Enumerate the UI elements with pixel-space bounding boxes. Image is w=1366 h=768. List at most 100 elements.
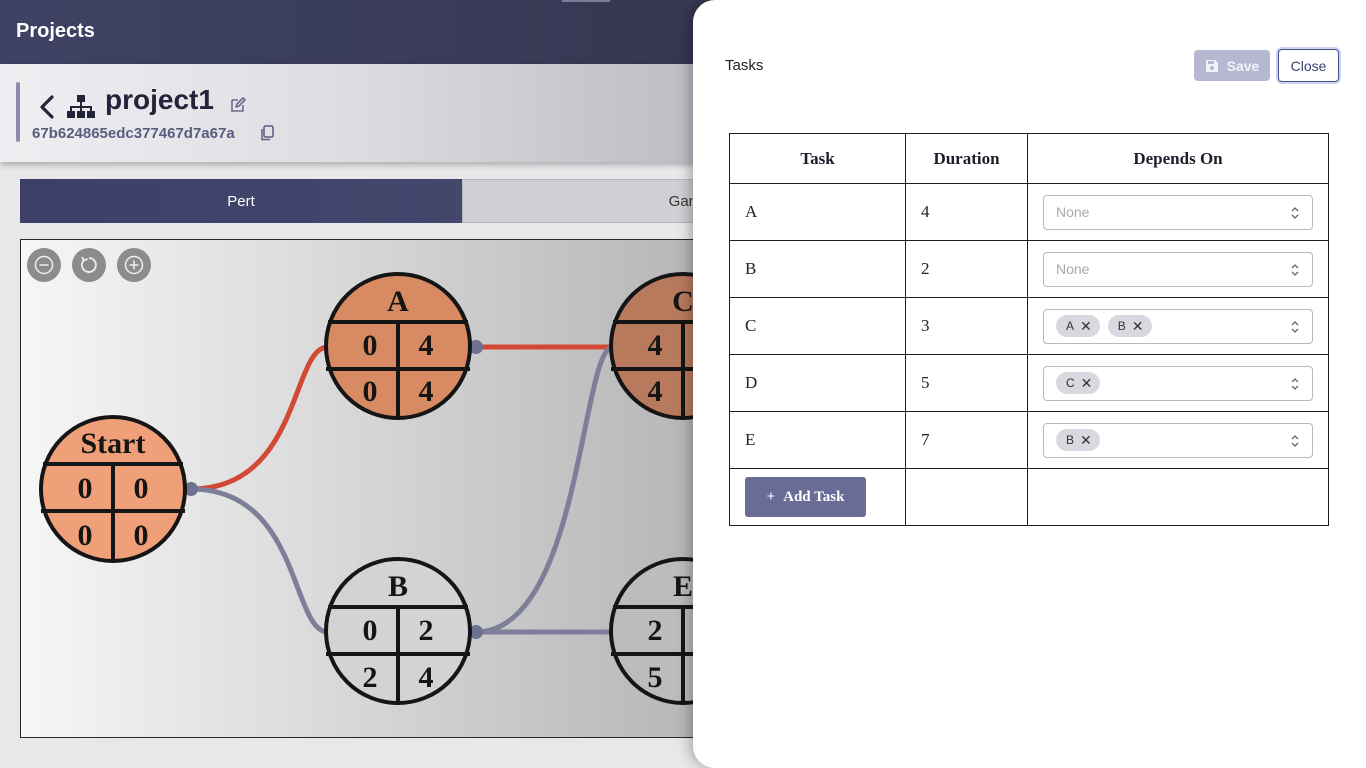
copy-icon[interactable] xyxy=(260,125,274,141)
node-e-label: E xyxy=(673,570,693,603)
depends-placeholder: None xyxy=(1056,261,1090,277)
plus-icon: + xyxy=(766,488,776,505)
task-name[interactable]: C xyxy=(729,297,906,355)
empty-cell xyxy=(1027,468,1329,526)
remove-chip-icon[interactable]: ✕ xyxy=(1132,318,1144,335)
zoom-out-button[interactable] xyxy=(27,248,61,282)
zoom-out-icon xyxy=(34,255,54,275)
dependency-chip: C ✕ xyxy=(1056,372,1101,394)
node-c-ls: 4 xyxy=(648,375,663,408)
edge-b-c xyxy=(475,344,614,635)
node-b-es: 0 xyxy=(363,614,378,647)
header-task: Task xyxy=(729,133,906,184)
save-label: Save xyxy=(1226,57,1260,74)
remove-chip-icon[interactable]: ✕ xyxy=(1081,375,1093,392)
node-e-ls: 5 xyxy=(648,661,663,694)
node-b-ls: 2 xyxy=(363,661,378,694)
save-button[interactable]: Save xyxy=(1194,50,1270,81)
chevron-updown-icon xyxy=(1291,263,1299,276)
pert-graph-canvas[interactable]: Start 0 0 0 0 A 0 4 0 4 B 0 2 2 4 C 4 4 … xyxy=(20,239,720,738)
node-start[interactable]: Start 0 0 0 0 xyxy=(39,415,187,563)
node-start-label: Start xyxy=(81,427,146,460)
empty-cell xyxy=(905,468,1028,526)
task-duration[interactable]: 4 xyxy=(905,183,1028,241)
remove-chip-icon[interactable]: ✕ xyxy=(1080,432,1092,449)
task-name[interactable]: E xyxy=(729,411,906,469)
depends-on-select[interactable]: A ✕ B ✕ xyxy=(1043,308,1313,344)
tasks-table: Task Duration Depends On A 4 None B 2 No… xyxy=(729,133,1329,526)
node-start-es: 0 xyxy=(78,472,93,505)
table-add-row: + Add Task xyxy=(729,468,1329,526)
edit-icon[interactable] xyxy=(229,96,247,114)
edge-start-b xyxy=(190,486,329,635)
task-duration[interactable]: 5 xyxy=(905,354,1028,412)
node-a[interactable]: A 0 4 0 4 xyxy=(324,272,472,420)
reset-zoom-button[interactable] xyxy=(72,248,106,282)
depends-on-select[interactable]: None xyxy=(1043,194,1313,230)
node-a-lf: 4 xyxy=(419,375,434,408)
table-row: B 2 None xyxy=(729,240,1329,298)
add-task-label: Add Task xyxy=(783,488,845,505)
task-duration[interactable]: 2 xyxy=(905,240,1028,298)
app-title: Projects xyxy=(16,20,95,42)
table-row: C 3 A ✕ B ✕ xyxy=(729,297,1329,355)
project-id: 67b624865edc377467d7a67a xyxy=(32,125,235,142)
task-name[interactable]: D xyxy=(729,354,906,412)
depends-on-select[interactable]: C ✕ xyxy=(1043,365,1313,401)
reset-icon xyxy=(81,256,97,273)
node-a-es: 0 xyxy=(363,329,378,362)
node-b[interactable]: B 0 2 2 4 xyxy=(324,557,472,705)
node-c-label: C xyxy=(672,285,694,318)
task-duration[interactable]: 3 xyxy=(905,297,1028,355)
node-a-ls: 0 xyxy=(363,375,378,408)
panel-title: Tasks xyxy=(725,57,764,74)
chip-label: C xyxy=(1066,376,1075,390)
back-icon[interactable] xyxy=(36,92,58,122)
chevron-updown-icon xyxy=(1291,434,1299,447)
task-duration[interactable]: 7 xyxy=(905,411,1028,469)
table-row: A 4 None xyxy=(729,183,1329,241)
task-name[interactable]: A xyxy=(729,183,906,241)
node-b-label: B xyxy=(388,570,408,603)
edge-start-a xyxy=(190,344,329,492)
header-accent-bar xyxy=(16,82,20,142)
depends-on-select[interactable]: B ✕ xyxy=(1043,422,1313,458)
depends-on-select[interactable]: None xyxy=(1043,251,1313,287)
chip-label: B xyxy=(1066,433,1075,447)
project-header: project1 67b624865edc377467d7a67a xyxy=(0,64,700,162)
node-b-lf: 4 xyxy=(419,661,434,694)
table-row: D 5 C ✕ xyxy=(729,354,1329,412)
chevron-updown-icon xyxy=(1291,377,1299,390)
save-icon xyxy=(1205,59,1218,72)
node-start-ls: 0 xyxy=(78,519,93,552)
table-row: E 7 B ✕ xyxy=(729,411,1329,469)
chip-label: B xyxy=(1117,319,1126,333)
zoom-in-icon xyxy=(124,255,144,275)
dependency-chip: A ✕ xyxy=(1056,315,1100,337)
tasks-panel: Tasks Save Close Task Duration Depends O… xyxy=(693,0,1366,768)
close-button[interactable]: Close xyxy=(1278,49,1339,82)
chevron-updown-icon xyxy=(1291,206,1299,219)
node-a-ef: 4 xyxy=(419,329,434,362)
chevron-updown-icon xyxy=(1291,320,1299,333)
pert-graph: Start 0 0 0 0 A 0 4 0 4 B 0 2 2 4 C 4 4 … xyxy=(39,272,719,705)
task-name[interactable]: B xyxy=(729,240,906,298)
add-task-button[interactable]: + Add Task xyxy=(745,477,866,517)
header-duration: Duration xyxy=(905,133,1028,184)
node-a-label: A xyxy=(387,285,409,318)
drag-handle[interactable] xyxy=(562,0,610,2)
node-start-ef: 0 xyxy=(134,472,149,505)
node-e-es: 2 xyxy=(648,614,663,647)
table-header-row: Task Duration Depends On xyxy=(729,133,1329,184)
header-depends-on: Depends On xyxy=(1027,133,1329,184)
tab-pert[interactable]: Pert xyxy=(20,179,462,223)
node-b-ef: 2 xyxy=(419,614,434,647)
zoom-in-button[interactable] xyxy=(117,248,151,282)
remove-chip-icon[interactable]: ✕ xyxy=(1080,318,1092,335)
hierarchy-icon xyxy=(67,95,95,118)
tab-pert-label: Pert xyxy=(227,192,255,210)
node-c-es: 4 xyxy=(648,329,663,362)
close-label: Close xyxy=(1290,57,1327,74)
project-name: project1 xyxy=(105,84,214,115)
node-start-lf: 0 xyxy=(134,519,149,552)
